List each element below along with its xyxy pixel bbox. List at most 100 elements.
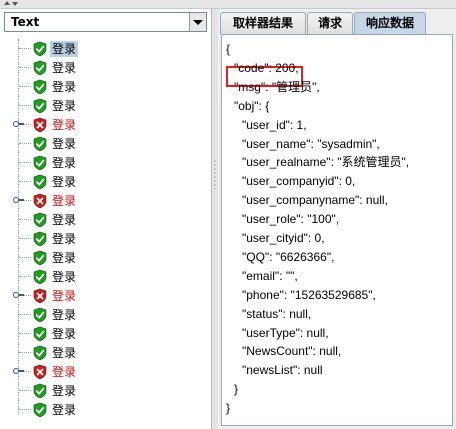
- response-line: "user_companyname": null,: [242, 193, 388, 208]
- failure-shield-icon: [33, 193, 47, 209]
- response-line: "NewsCount": null,: [242, 344, 342, 359]
- tree-item-label: 登录: [52, 384, 77, 398]
- tree-item[interactable]: 登录: [0, 116, 211, 135]
- tree-branch-line: [19, 48, 31, 49]
- tree-branch-line: [19, 67, 31, 68]
- response-line: "email": "",: [242, 268, 298, 283]
- collapse-strip[interactable]: [0, 0, 456, 9]
- renderer-select-value: Text: [11, 15, 40, 29]
- tree-item-label: 登录: [52, 232, 77, 246]
- drag-handle-icon[interactable]: [214, 159, 216, 189]
- tree-item[interactable]: 登录: [0, 249, 211, 268]
- success-shield-icon: [33, 60, 47, 76]
- response-data-view[interactable]: {"code": 200, "msg": "管理员", "obj": { "user_…: [221, 34, 453, 426]
- success-shield-icon: [33, 136, 47, 152]
- tab-response-data[interactable]: 响应数据: [354, 12, 426, 34]
- tree-item-label: 登录: [52, 270, 77, 284]
- collapse-up-icon[interactable]: [4, 1, 10, 5]
- response-line: "msg": "管理员",: [234, 79, 320, 94]
- success-shield-icon: [33, 41, 47, 57]
- response-line: "code": 200,: [234, 60, 299, 75]
- failure-shield-icon: [33, 288, 47, 304]
- tree-branch-line: [19, 314, 31, 315]
- response-line: }: [234, 382, 239, 397]
- success-shield-icon: [33, 79, 47, 95]
- results-tree-panel: Text 登录 登录 登录 登录 登录 登录 登录 登录 登录 登录 登录 登录 登录 登录 登录 登录 登录登…: [0, 9, 212, 429]
- expand-handle-icon[interactable]: [13, 368, 24, 374]
- success-shield-icon: [33, 345, 47, 361]
- tree-item[interactable]: 登录: [0, 40, 211, 59]
- response-line: }: [226, 401, 231, 416]
- detail-tabs: 取样器结果 请求 响应数据: [220, 12, 456, 34]
- response-line: "user_companyid": 0,: [242, 174, 356, 189]
- tree-item[interactable]: 登录: [0, 401, 211, 420]
- tree-branch-line: [19, 333, 31, 334]
- tree-branch-line: [19, 352, 31, 353]
- tree-item-label: 登录: [52, 156, 77, 170]
- response-line: "status": null,: [242, 306, 312, 321]
- tab-request[interactable]: 请求: [307, 12, 353, 34]
- tree-item-label: 登录: [50, 41, 79, 57]
- response-line: "user_id": 1,: [242, 117, 307, 132]
- tree-branch-line: [19, 390, 31, 391]
- tree-item[interactable]: 登录: [0, 325, 211, 344]
- success-shield-icon: [33, 231, 47, 247]
- tree-item[interactable]: 登录: [0, 59, 211, 78]
- success-shield-icon: [33, 326, 47, 342]
- tree-item-label: 登录: [52, 175, 77, 189]
- tree-item-label: 登录: [52, 194, 77, 208]
- success-shield-icon: [33, 402, 47, 418]
- success-shield-icon: [33, 212, 47, 228]
- response-line: "phone": "15263529685",: [242, 287, 376, 302]
- tree-branch-line: [19, 162, 31, 163]
- tab-sampler-result[interactable]: 取样器结果: [220, 12, 306, 34]
- tree-item[interactable]: 登录: [0, 363, 211, 382]
- tree-item-label: 登录: [52, 365, 77, 379]
- tree-branch-line: [19, 105, 31, 106]
- response-line: {: [226, 42, 231, 56]
- tree-item-label: 登录: [52, 308, 77, 322]
- success-shield-icon: [33, 307, 47, 323]
- response-line: "user_role": "100",: [242, 212, 340, 227]
- tree-item-label: 登录: [52, 213, 77, 227]
- collapse-down-icon[interactable]: [12, 2, 18, 6]
- response-line: "user_cityid": 0,: [242, 231, 325, 245]
- response-line: "QQ": "6626366",: [242, 249, 335, 264]
- tree-item[interactable]: 登录: [0, 344, 211, 363]
- tree-branch-line: [19, 238, 31, 239]
- tree-item[interactable]: 登录: [0, 287, 211, 306]
- response-line: "obj": {: [234, 98, 270, 113]
- tree-item-label: 登录: [52, 327, 77, 341]
- response-line: "user_realname": "系统管理员",: [242, 155, 410, 170]
- response-line: "user_name": "sysadmin",: [242, 136, 380, 151]
- tree-item-label: 登录: [52, 403, 77, 417]
- sampler-tree: 登录 登录 登录 登录 登录 登录 登录 登录 登录 登录 登录 登录 登录 登录 登录 登录 登录 登录 登录 登录: [0, 39, 211, 429]
- result-detail-panel: 取样器结果 请求 响应数据 {"code": 200, "msg": "管理员",…: [218, 9, 456, 429]
- tree-item-label: 登录: [52, 80, 77, 94]
- tree-branch-line: [19, 143, 31, 144]
- tree-item-label: 登录: [52, 118, 77, 132]
- tree-item[interactable]: 登录: [0, 78, 211, 97]
- tree-item[interactable]: 登录: [0, 192, 211, 211]
- response-line: "newsList": null: [242, 363, 323, 378]
- expand-handle-icon[interactable]: [13, 121, 24, 127]
- tree-item[interactable]: 登录: [0, 97, 211, 116]
- tree-branch-line: [19, 219, 31, 220]
- tree-item[interactable]: 登录: [0, 173, 211, 192]
- tree-item[interactable]: 登录: [0, 306, 211, 325]
- renderer-select[interactable]: Text: [4, 12, 207, 32]
- failure-shield-icon: [33, 364, 47, 380]
- tree-item-label: 登录: [52, 346, 77, 360]
- success-shield-icon: [33, 383, 47, 399]
- tree-branch-line: [19, 181, 31, 182]
- expand-handle-icon[interactable]: [13, 197, 24, 203]
- tree-item[interactable]: 登录: [0, 211, 211, 230]
- tree-item[interactable]: 登录: [0, 154, 211, 173]
- success-shield-icon: [33, 250, 47, 266]
- chevron-down-icon[interactable]: [189, 13, 206, 31]
- tree-item[interactable]: 登录: [0, 268, 211, 287]
- tree-item[interactable]: 登录: [0, 230, 211, 249]
- tree-item[interactable]: 登录: [0, 382, 211, 401]
- tree-item[interactable]: 登录: [0, 135, 211, 154]
- expand-handle-icon[interactable]: [13, 292, 24, 298]
